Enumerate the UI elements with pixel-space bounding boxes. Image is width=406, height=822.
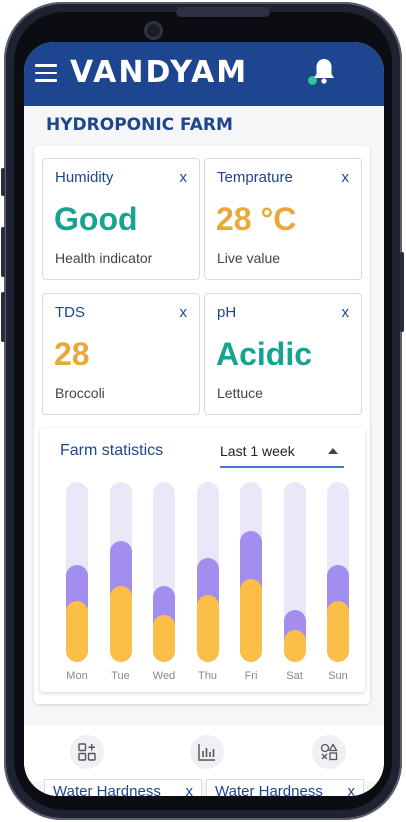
weekly-bar-chart: Mon Tue Wed Thu Fri Sat Sun — [40, 476, 365, 686]
day-label: Mon — [66, 670, 88, 682]
card-label: Humidity — [55, 169, 114, 186]
bar-lower-wed — [153, 615, 175, 662]
close-icon[interactable]: x — [180, 304, 188, 321]
day-label: Tue — [111, 670, 130, 682]
farm-statistics-card: Farm statistics Last 1 week Mon Tue Wed Thu… — [40, 428, 365, 692]
bar-track-mon — [66, 482, 88, 662]
temperature-card[interactable]: Temprature x 28 °C Live value — [204, 158, 362, 280]
card-subtitle: Broccoli — [55, 385, 105, 401]
bar-lower-thu — [196, 595, 219, 662]
day-label: Thu — [198, 670, 217, 682]
card-label: Water Hardness — [53, 783, 161, 796]
bottom-toolbar — [24, 725, 384, 781]
bar-lower-tue — [109, 586, 132, 662]
card-subtitle: Health indicator — [55, 250, 153, 266]
close-icon[interactable]: x — [348, 783, 356, 796]
add-widget-icon — [78, 743, 96, 761]
card-subtitle: Live value — [217, 250, 281, 266]
bar-track-fri — [240, 482, 262, 662]
front-camera — [144, 21, 163, 40]
day-label: Fri — [244, 670, 258, 682]
time-range-select[interactable]: Last 1 week — [220, 438, 344, 468]
card-label: TDS — [55, 304, 85, 321]
bar-lower-fri — [240, 579, 262, 662]
shapes-icon — [320, 743, 338, 761]
bar-chart-icon — [198, 744, 215, 761]
humidity-card[interactable]: Humidity x Good Health indicator — [42, 158, 200, 280]
card-label: Temprature — [217, 169, 293, 186]
speaker-grille — [176, 7, 270, 17]
card-label: pH — [217, 304, 237, 321]
bar-track-tue — [109, 482, 132, 662]
add-widget-button[interactable] — [70, 735, 104, 769]
app-bar: VANDYAM — [24, 42, 384, 106]
day-label: Wed — [152, 670, 176, 682]
ph-card[interactable]: pH x Acidic Lettuce — [204, 293, 362, 415]
close-icon[interactable]: x — [186, 783, 194, 796]
day-label: Sat — [286, 670, 303, 682]
mute-switch — [1, 168, 5, 196]
shapes-button[interactable] — [312, 735, 346, 769]
dashboard-panel: Humidity x Good Health indicator Temprat… — [34, 146, 370, 704]
brand-logo: VANDYAM — [70, 55, 249, 90]
card-value: Good — [54, 201, 138, 237]
water-hardness-card[interactable]: Water Hardness x — [206, 779, 364, 796]
bar-lower-mon — [66, 600, 88, 662]
volume-up-button — [1, 227, 5, 277]
card-value: 28 — [54, 336, 90, 372]
card-value: Acidic — [216, 336, 313, 372]
bar-lower-sat — [283, 629, 306, 662]
tds-card[interactable]: TDS x 28 Broccoli — [42, 293, 200, 415]
card-value: 28 °C — [216, 201, 297, 237]
water-hardness-card[interactable]: Water Hardness x — [44, 779, 202, 796]
close-icon[interactable]: x — [342, 304, 350, 321]
card-subtitle: Lettuce — [217, 385, 263, 401]
menu-icon[interactable] — [35, 64, 57, 82]
bar-track-sun — [327, 482, 349, 662]
time-range-value: Last 1 week — [220, 443, 295, 459]
caret-up-icon — [328, 448, 338, 454]
card-label: Water Hardness — [215, 783, 323, 796]
page-title: HYDROPONIC FARM — [46, 115, 233, 135]
statistics-button[interactable] — [190, 735, 224, 769]
app-screen: VANDYAM HYDROPONIC FARM Humidity x Good … — [24, 42, 384, 796]
close-icon[interactable]: x — [180, 169, 188, 186]
day-label: Sun — [328, 670, 348, 682]
bar-lower-sun — [327, 600, 349, 662]
bar-track-thu — [196, 482, 219, 662]
bar-track-wed — [153, 482, 175, 662]
stats-title: Farm statistics — [60, 442, 164, 459]
bar-track-sat — [283, 482, 306, 662]
bell-icon[interactable] — [311, 57, 337, 85]
close-icon[interactable]: x — [342, 169, 350, 186]
volume-down-button — [1, 292, 5, 342]
power-button — [400, 252, 404, 332]
